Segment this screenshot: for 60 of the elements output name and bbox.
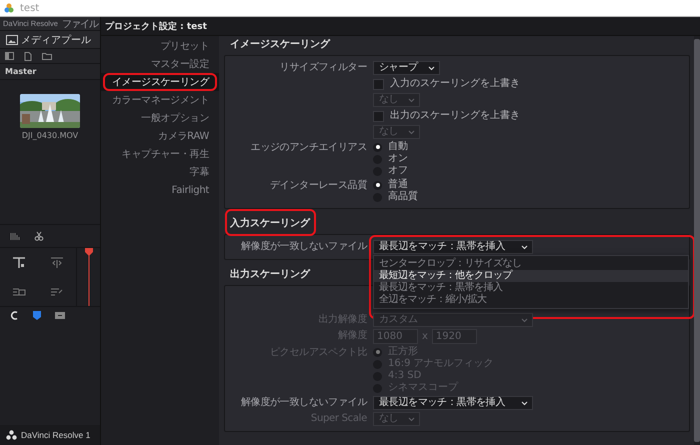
checkbox[interactable] bbox=[373, 78, 384, 90]
field-label: エッジのアンチエイリアス bbox=[250, 141, 367, 155]
menu-item[interactable]: センタークロップ：リサイズなし bbox=[374, 258, 688, 270]
panel-icon[interactable] bbox=[5, 52, 14, 60]
sidebar-item[interactable]: 字幕 bbox=[101, 163, 219, 181]
section-title: イメージスケーリング bbox=[230, 38, 330, 51]
dropdown[interactable]: 最長辺をマッチ：黒帯を挿入 bbox=[373, 240, 533, 254]
flag-icon[interactable] bbox=[33, 310, 41, 320]
chevron-icon bbox=[521, 318, 528, 322]
checkbox-label: 出力のスケーリングを上書き bbox=[390, 110, 520, 122]
sidebar-item[interactable]: Fairlight bbox=[101, 181, 219, 199]
scissors-icon[interactable] bbox=[34, 231, 44, 241]
insert-icon[interactable] bbox=[50, 256, 64, 268]
field-label: リサイズフィルター bbox=[278, 61, 367, 75]
section-title: 出力スケーリング bbox=[230, 268, 310, 281]
field-label: デインターレース品質 bbox=[268, 179, 367, 193]
section-title: 入力スケーリング bbox=[230, 216, 310, 230]
field-label: 解像度が一致しないファイル bbox=[240, 240, 367, 254]
playhead-icon[interactable] bbox=[84, 248, 94, 306]
marker-icon[interactable] bbox=[55, 312, 65, 318]
scrollbar-thumb[interactable] bbox=[694, 39, 700, 442]
sidebar-item[interactable]: 一般オプション bbox=[101, 109, 219, 127]
menu-item[interactable]: ファイル bbox=[62, 17, 98, 30]
sidebar-item[interactable]: イメージスケーリング bbox=[101, 73, 219, 91]
menu-item[interactable]: 最短辺をマッチ：他をクロップ bbox=[374, 270, 688, 282]
chevron-icon bbox=[408, 130, 416, 134]
app-logo-icon bbox=[4, 3, 14, 13]
radio-label: オン bbox=[388, 153, 408, 165]
radio-label: 高品質 bbox=[388, 191, 418, 203]
window-title: test bbox=[20, 2, 40, 14]
menu-item[interactable]: 全辺をマッチ：縮小/拡大 bbox=[374, 294, 688, 306]
sidebar-item[interactable]: マスター設定 bbox=[101, 55, 219, 73]
radio-button[interactable] bbox=[373, 142, 382, 152]
field-label: 解像度が一致しないファイル bbox=[240, 396, 367, 410]
sidebar-item[interactable]: キャプチャー・再生 bbox=[101, 145, 219, 163]
checkbox-label: 入力のスケーリングを上書き bbox=[390, 78, 520, 90]
radio-label: 普通 bbox=[388, 179, 408, 190]
checkbox[interactable] bbox=[373, 110, 384, 122]
image-icon bbox=[6, 34, 18, 44]
chevron-icon bbox=[408, 416, 416, 422]
sidebar-item[interactable]: カメラRAW bbox=[101, 127, 219, 145]
radio-label: 自動 bbox=[388, 141, 408, 153]
dropdown[interactable]: 最長辺をマッチ：黒帯を挿入 bbox=[373, 396, 533, 410]
radio-label: オフ bbox=[388, 165, 408, 177]
menu-item[interactable]: 最長辺をマッチ：黒帯を挿入 bbox=[374, 282, 688, 294]
bin-title: Master bbox=[5, 67, 36, 76]
overwrite-icon[interactable] bbox=[12, 256, 26, 268]
sidebar-item[interactable]: プリセット bbox=[101, 37, 219, 55]
dropdown[interactable]: シャープ bbox=[373, 61, 440, 75]
app-name: DaVinci Resolve 1 bbox=[21, 430, 90, 440]
chevron-icon bbox=[521, 244, 528, 250]
chevron-icon bbox=[408, 98, 416, 102]
clip-name: DJI_0430.MOV bbox=[22, 131, 78, 140]
folder-icon[interactable] bbox=[42, 52, 52, 60]
chevron-icon bbox=[428, 66, 435, 70]
chevron-icon bbox=[521, 400, 528, 406]
resolve-logo-icon bbox=[6, 430, 17, 440]
sidebar-item[interactable]: カラーマネージメント bbox=[101, 91, 219, 109]
dialog-title: プロジェクト設定 : test bbox=[105, 20, 207, 32]
radio-button[interactable] bbox=[373, 180, 382, 190]
